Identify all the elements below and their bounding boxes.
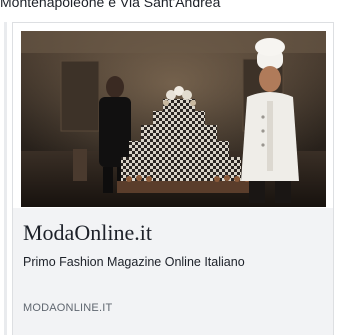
post-content: Montenapoleone e Via Sant'Andrea ModaOnl…	[0, 0, 338, 335]
link-preview-card[interactable]: ModaOnline.it Primo Fashion Magazine Onl…	[12, 22, 334, 335]
event-photo	[21, 31, 326, 207]
link-domain: MODAONLINE.IT	[23, 302, 113, 314]
link-title[interactable]: ModaOnline.it	[23, 220, 152, 246]
link-preview-info[interactable]: ModaOnline.it Primo Fashion Magazine Onl…	[13, 208, 333, 335]
post-text: Montenapoleone e Via Sant'Andrea	[0, 0, 221, 10]
thread-divider	[4, 22, 7, 335]
link-description: Primo Fashion Magazine Online Italiano	[23, 255, 245, 269]
link-preview-image[interactable]	[21, 31, 326, 207]
